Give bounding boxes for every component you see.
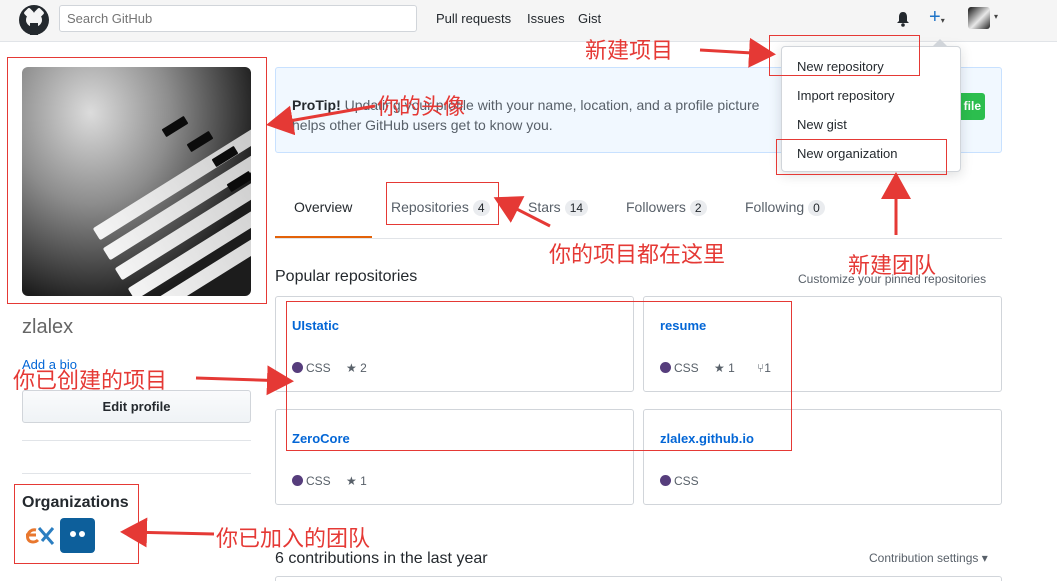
star-icon: ★ bbox=[346, 474, 357, 488]
annotation-box-repositories-tab bbox=[386, 182, 499, 225]
bell-icon[interactable] bbox=[895, 11, 911, 27]
css-language-dot-icon bbox=[660, 475, 671, 486]
divider bbox=[22, 440, 251, 441]
tab-overview[interactable]: Overview bbox=[294, 199, 352, 215]
contribution-graph bbox=[275, 576, 1002, 581]
user-avatar-small[interactable] bbox=[968, 7, 990, 29]
following-count: 0 bbox=[808, 200, 825, 216]
create-new-plus-icon[interactable]: +▾ bbox=[929, 7, 945, 31]
protip-label: ProTip! bbox=[292, 97, 341, 113]
menu-item-new-gist[interactable]: New gist bbox=[797, 117, 847, 132]
tab-followers[interactable]: Followers 2 bbox=[626, 199, 707, 216]
annotation-box-repos bbox=[286, 301, 792, 451]
followers-count: 2 bbox=[689, 200, 707, 216]
menu-item-import-repository[interactable]: Import repository bbox=[797, 88, 895, 103]
contribution-settings-dropdown[interactable]: Contribution settings ▾ bbox=[869, 551, 988, 565]
nav-gist[interactable]: Gist bbox=[578, 11, 601, 26]
protip-text: ProTip! Updating your profile with your … bbox=[292, 95, 772, 135]
protip-message: Updating your profile with your name, lo… bbox=[292, 97, 760, 133]
annotation-projects-here: 你的项目都在这里 bbox=[549, 243, 726, 268]
profile-username: zlalex bbox=[22, 316, 74, 338]
annotation-created-projects: 你已创建的项目 bbox=[13, 369, 168, 394]
annotation-box-avatar bbox=[7, 57, 267, 304]
annotation-box-organizations bbox=[14, 484, 139, 564]
tab-following[interactable]: Following 0 bbox=[745, 199, 825, 216]
repo-language: CSS bbox=[660, 474, 699, 488]
annotation-box-new-organization bbox=[776, 139, 947, 175]
annotation-box-new-repository bbox=[769, 35, 920, 76]
nav-pull-requests[interactable]: Pull requests bbox=[436, 11, 511, 26]
tab-stars[interactable]: Stars 14 bbox=[528, 199, 589, 216]
search-input[interactable] bbox=[59, 5, 417, 32]
popular-repositories-title: Popular repositories bbox=[275, 268, 418, 285]
annotation-your-avatar: 你的头像 bbox=[377, 95, 466, 120]
github-logo-icon[interactable] bbox=[19, 5, 49, 35]
repo-stars[interactable]: ★ 1 bbox=[346, 474, 367, 488]
annotation-joined-teams: 你已加入的团队 bbox=[216, 527, 371, 552]
nav-issues[interactable]: Issues bbox=[527, 11, 565, 26]
avatar-caret-icon[interactable]: ▾ bbox=[994, 12, 998, 21]
plus-caret-icon: ▾ bbox=[940, 16, 945, 25]
css-language-dot-icon bbox=[292, 475, 303, 486]
stars-count: 14 bbox=[564, 200, 589, 216]
annotation-new-team: 新建团队 bbox=[848, 254, 937, 279]
divider bbox=[22, 473, 251, 474]
repo-language: CSS bbox=[292, 474, 331, 488]
annotation-new-project: 新建项目 bbox=[585, 39, 674, 64]
